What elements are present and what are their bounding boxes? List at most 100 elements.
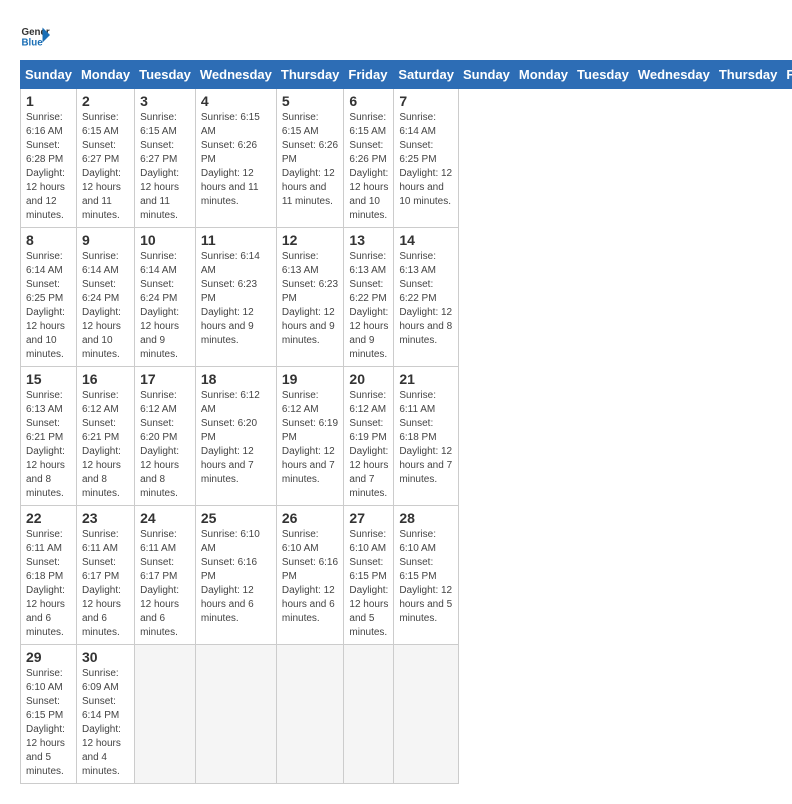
day-number: 6 [349,93,388,109]
day-of-week-header: Monday [514,61,572,89]
calendar-day-cell: 21 Sunrise: 6:11 AMSunset: 6:18 PMDayligh… [394,367,459,506]
day-info: Sunrise: 6:10 AMSunset: 6:16 PMDaylight:… [201,528,271,626]
calendar-day-cell: 22Sunrise: 6:11 AMSunset: 6:18 PMDayligh… [21,506,77,645]
calendar-day-cell [135,645,196,784]
logo-icon: General Blue [20,20,50,50]
day-info: Sunrise: 6:14 AMSunset: 6:24 PMDaylight:… [140,250,190,362]
calendar-day-cell: 8 Sunrise: 6:14 AMSunset: 6:25 PMDaylight… [21,228,77,367]
day-number: 9 [82,232,129,248]
day-number: 11 [201,232,271,248]
calendar-day-cell: 28Sunrise: 6:10 AMSunset: 6:15 PMDayligh… [394,506,459,645]
calendar-table: SundayMondayTuesdayWednesdayThursdayFrid… [20,60,792,784]
day-info: Sunrise: 6:15 AMSunset: 6:27 PMDaylight:… [82,111,129,223]
calendar-day-cell: 13 Sunrise: 6:13 AMSunset: 6:22 PMDayligh… [344,228,394,367]
calendar-header-row: SundayMondayTuesdayWednesdayThursdayFrid… [21,61,792,89]
day-info: Sunrise: 6:16 AMSunset: 6:28 PMDaylight:… [26,111,71,223]
day-number: 8 [26,232,71,248]
day-info: Sunrise: 6:14 AMSunset: 6:23 PMDaylight:… [201,250,271,348]
day-info: Sunrise: 6:12 AMSunset: 6:21 PMDaylight:… [82,389,129,501]
day-info: Sunrise: 6:11 AMSunset: 6:17 PMDaylight:… [140,528,190,640]
day-number: 19 [282,371,339,387]
day-info: Sunrise: 6:15 AMSunset: 6:27 PMDaylight:… [140,111,190,223]
day-info: Sunrise: 6:10 AMSunset: 6:15 PMDaylight:… [26,667,71,779]
day-number: 17 [140,371,190,387]
day-info: Sunrise: 6:13 AMSunset: 6:21 PMDaylight:… [26,389,71,501]
calendar-day-cell: 3 Sunrise: 6:15 AMSunset: 6:27 PMDaylight… [135,89,196,228]
day-number: 10 [140,232,190,248]
day-info: Sunrise: 6:11 AMSunset: 6:18 PMDaylight:… [26,528,71,640]
calendar-week-row: 1 Sunrise: 6:16 AMSunset: 6:28 PMDaylight… [21,89,792,228]
calendar-day-cell: 25 Sunrise: 6:10 AMSunset: 6:16 PMDayligh… [195,506,276,645]
day-of-week-header: Sunday [458,61,514,89]
day-number: 27 [349,510,388,526]
day-info: Sunrise: 6:15 AMSunset: 6:26 PMDaylight:… [282,111,339,209]
calendar-day-cell: 1 Sunrise: 6:16 AMSunset: 6:28 PMDaylight… [21,89,77,228]
calendar-week-row: 29 Sunrise: 6:10 AMSunset: 6:15 PMDayligh… [21,645,792,784]
day-info: Sunrise: 6:13 AMSunset: 6:22 PMDaylight:… [349,250,388,362]
day-number: 3 [140,93,190,109]
calendar-day-cell: 27 Sunrise: 6:10 AMSunset: 6:15 PMDayligh… [344,506,394,645]
day-of-week-header: Wednesday [195,61,276,89]
day-info: Sunrise: 6:14 AMSunset: 6:24 PMDaylight:… [82,250,129,362]
day-info: Sunrise: 6:09 AMSunset: 6:14 PMDaylight:… [82,667,129,779]
day-number: 18 [201,371,271,387]
calendar-day-cell: 30 Sunrise: 6:09 AMSunset: 6:14 PMDayligh… [76,645,134,784]
calendar-day-cell: 6 Sunrise: 6:15 AMSunset: 6:26 PMDaylight… [344,89,394,228]
calendar-day-cell: 14 Sunrise: 6:13 AMSunset: 6:22 PMDayligh… [394,228,459,367]
calendar-day-cell: 20 Sunrise: 6:12 AMSunset: 6:19 PMDayligh… [344,367,394,506]
day-info: Sunrise: 6:15 AMSunset: 6:26 PMDaylight:… [201,111,271,209]
day-of-week-header: Saturday [394,61,459,89]
calendar-day-cell: 5Sunrise: 6:15 AMSunset: 6:26 PMDaylight… [276,89,344,228]
logo: General Blue [20,20,50,50]
day-number: 20 [349,371,388,387]
day-of-week-header: Friday [782,61,792,89]
calendar-day-cell: 23 Sunrise: 6:11 AMSunset: 6:17 PMDayligh… [76,506,134,645]
day-number: 26 [282,510,339,526]
calendar-week-row: 22Sunrise: 6:11 AMSunset: 6:18 PMDayligh… [21,506,792,645]
calendar-day-cell: 26 Sunrise: 6:10 AMSunset: 6:16 PMDayligh… [276,506,344,645]
day-info: Sunrise: 6:13 AMSunset: 6:22 PMDaylight:… [399,250,453,348]
calendar-day-cell [195,645,276,784]
calendar-day-cell: 15Sunrise: 6:13 AMSunset: 6:21 PMDayligh… [21,367,77,506]
day-info: Sunrise: 6:14 AMSunset: 6:25 PMDaylight:… [399,111,453,209]
day-number: 12 [282,232,339,248]
day-info: Sunrise: 6:11 AMSunset: 6:17 PMDaylight:… [82,528,129,640]
svg-text:Blue: Blue [22,38,44,49]
day-number: 30 [82,649,129,665]
calendar-day-cell: 12 Sunrise: 6:13 AMSunset: 6:23 PMDayligh… [276,228,344,367]
day-info: Sunrise: 6:12 AMSunset: 6:19 PMDaylight:… [349,389,388,501]
calendar-day-cell [344,645,394,784]
day-of-week-header: Sunday [21,61,77,89]
day-info: Sunrise: 6:13 AMSunset: 6:23 PMDaylight:… [282,250,339,348]
day-info: Sunrise: 6:12 AMSunset: 6:20 PMDaylight:… [140,389,190,501]
calendar-day-cell: 18Sunrise: 6:12 AMSunset: 6:20 PMDayligh… [195,367,276,506]
day-number: 29 [26,649,71,665]
day-info: Sunrise: 6:14 AMSunset: 6:25 PMDaylight:… [26,250,71,362]
page-header: General Blue [20,20,772,50]
day-number: 23 [82,510,129,526]
day-info: Sunrise: 6:10 AMSunset: 6:15 PMDaylight:… [349,528,388,640]
calendar-day-cell: 29 Sunrise: 6:10 AMSunset: 6:15 PMDayligh… [21,645,77,784]
calendar-week-row: 15Sunrise: 6:13 AMSunset: 6:21 PMDayligh… [21,367,792,506]
day-number: 16 [82,371,129,387]
day-number: 1 [26,93,71,109]
calendar-day-cell: 7 Sunrise: 6:14 AMSunset: 6:25 PMDaylight… [394,89,459,228]
day-number: 28 [399,510,453,526]
day-info: Sunrise: 6:10 AMSunset: 6:16 PMDaylight:… [282,528,339,626]
calendar-day-cell: 17 Sunrise: 6:12 AMSunset: 6:20 PMDayligh… [135,367,196,506]
calendar-day-cell: 16 Sunrise: 6:12 AMSunset: 6:21 PMDayligh… [76,367,134,506]
day-info: Sunrise: 6:11 AMSunset: 6:18 PMDaylight:… [399,389,453,487]
calendar-day-cell: 9 Sunrise: 6:14 AMSunset: 6:24 PMDaylight… [76,228,134,367]
day-number: 24 [140,510,190,526]
day-number: 7 [399,93,453,109]
day-of-week-header: Tuesday [573,61,634,89]
day-number: 21 [399,371,453,387]
day-info: Sunrise: 6:15 AMSunset: 6:26 PMDaylight:… [349,111,388,223]
day-of-week-header: Thursday [276,61,344,89]
day-number: 13 [349,232,388,248]
day-of-week-header: Tuesday [135,61,196,89]
calendar-day-cell: 11 Sunrise: 6:14 AMSunset: 6:23 PMDayligh… [195,228,276,367]
day-info: Sunrise: 6:12 AMSunset: 6:19 PMDaylight:… [282,389,339,487]
day-number: 14 [399,232,453,248]
day-number: 25 [201,510,271,526]
